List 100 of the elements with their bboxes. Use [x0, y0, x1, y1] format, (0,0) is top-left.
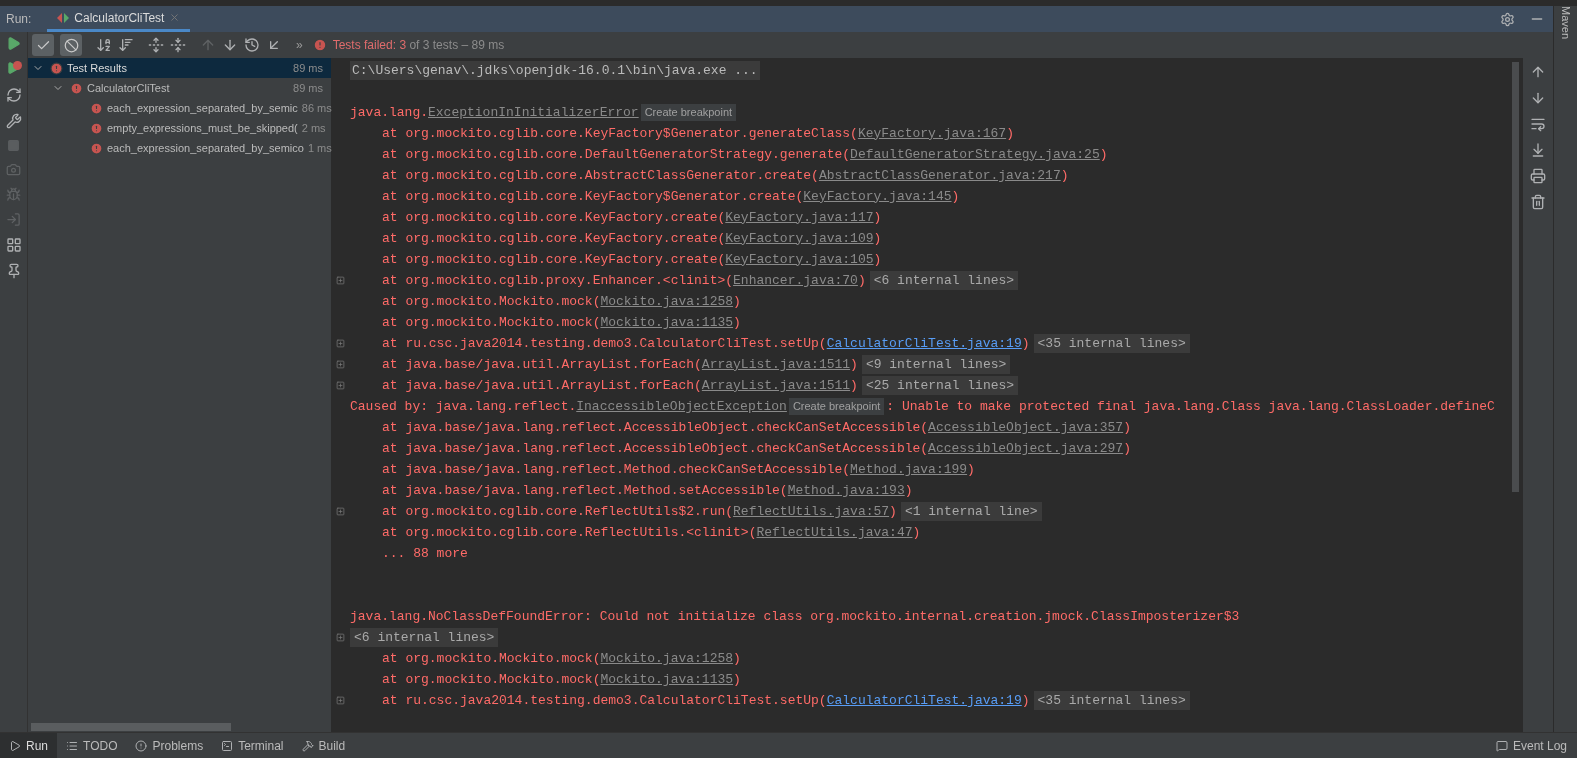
source-link[interactable]: Method.java:199	[850, 459, 968, 480]
folded-lines-badge[interactable]: <6 internal lines>	[350, 627, 499, 648]
expand-icon[interactable]	[336, 633, 345, 642]
folded-lines-badge[interactable]: <25 internal lines>	[861, 375, 1019, 396]
rerun-failed-icon[interactable]	[5, 61, 22, 77]
paren-text: )	[1021, 691, 1030, 710]
sort-alpha-icon[interactable]	[96, 37, 112, 53]
more-tools-button[interactable]: »	[296, 36, 303, 54]
event-log-tab[interactable]: Event Log	[1485, 736, 1577, 755]
stack-frame-text: at org.mockito.cglib.core.KeyFactory$Generator.generateClass(	[382, 124, 858, 143]
source-link[interactable]: CalculatorCliTest.java:19	[826, 690, 1022, 711]
stack-frame-text: at org.mockito.Mockito.mock(	[382, 292, 601, 311]
show-ignored-toggle[interactable]	[60, 34, 82, 56]
paren-text: )	[1021, 334, 1030, 353]
print-icon[interactable]	[1530, 168, 1546, 184]
tab-icon	[221, 739, 234, 752]
tree-item[interactable]: CalculatorCliTest 89 ms	[28, 78, 331, 98]
show-passed-toggle[interactable]	[32, 34, 54, 56]
sort-duration-icon[interactable]	[118, 37, 134, 53]
source-link[interactable]: AccessibleObject.java:297	[928, 438, 1124, 459]
paren-text: )	[967, 460, 975, 479]
source-link[interactable]: AbstractClassGenerator.java:217	[818, 165, 1061, 186]
expand-icon[interactable]	[336, 381, 345, 390]
next-icon[interactable]	[222, 37, 238, 53]
expand-icon[interactable]	[336, 276, 345, 285]
source-link[interactable]: KeyFactory.java:109	[725, 228, 874, 249]
source-link[interactable]: KeyFactory.java:167	[857, 123, 1007, 144]
paren-text: )	[733, 313, 741, 332]
test-run-tab[interactable]: CalculatorCliTest	[47, 6, 191, 32]
tree-item[interactable]: each_expression_separated_by_semico 1 ms	[28, 138, 331, 158]
create-breakpoint-badge[interactable]: Create breakpoint	[640, 104, 737, 121]
test-name: CalculatorCliTest	[87, 80, 170, 96]
stack-frame-text: at org.mockito.cglib.core.KeyFactory$Generator.create(	[382, 187, 804, 206]
source-link[interactable]: CalculatorCliTest.java:19	[826, 333, 1022, 354]
bottom-tab[interactable]: Build	[292, 733, 355, 758]
source-link[interactable]: ExceptionInInitializerError	[428, 102, 639, 123]
source-link[interactable]: DefaultGeneratorStrategy.java:25	[850, 144, 1100, 165]
maven-side-tab[interactable]: Maven	[1557, 6, 1574, 46]
soft-wrap-icon[interactable]	[1530, 116, 1546, 132]
source-link[interactable]: AccessibleObject.java:357	[928, 417, 1124, 438]
stack-frame-text: at org.mockito.Mockito.mock(	[382, 313, 601, 332]
source-link[interactable]: Mockito.java:1135	[600, 669, 734, 690]
more-frames-text: ... 88 more	[382, 544, 468, 563]
source-link[interactable]: InaccessibleObjectException	[576, 396, 787, 417]
source-link[interactable]: ReflectUtils.java:47	[756, 522, 913, 543]
folded-lines-badge[interactable]: <6 internal lines>	[869, 270, 1019, 291]
source-link[interactable]: Method.java:193	[787, 480, 905, 501]
stack-frame-text: at org.mockito.cglib.core.ReflectUtils.<clinit>(	[382, 523, 757, 542]
stack-frame-text: at java.base/java.lang.reflect.AccessibleObject.checkCanSetAccessible(	[382, 418, 929, 437]
source-link[interactable]: ArrayList.java:1511	[701, 354, 851, 375]
folded-lines-badge[interactable]: <35 internal lines>	[1033, 333, 1190, 354]
console-scrollbar[interactable]	[1512, 62, 1519, 492]
source-link[interactable]: KeyFactory.java:117	[725, 207, 874, 228]
source-link[interactable]: Enhancer.java:70	[733, 270, 858, 291]
scroll-to-end-icon[interactable]	[1530, 142, 1546, 158]
source-link[interactable]: KeyFactory.java:105	[725, 249, 874, 270]
stack-frame-text: at ru.csc.java2014.testing.demo3.CalculatorCliTest.setUp(	[382, 334, 827, 353]
test-duration: 86 ms	[301, 100, 332, 116]
tree-item[interactable]: empty_expressions_must_be_skipped( 2 ms	[28, 118, 331, 138]
expand-icon[interactable]	[336, 339, 345, 348]
collapse-all-icon[interactable]	[170, 37, 186, 53]
tree-item[interactable]: each_expression_separated_by_semic 86 ms	[28, 98, 331, 118]
source-link[interactable]: KeyFactory.java:145	[803, 186, 952, 207]
folded-lines-badge[interactable]: <1 internal line>	[900, 501, 1042, 522]
expand-icon[interactable]	[336, 696, 345, 705]
test-duration: 89 ms	[293, 80, 323, 96]
stack-frame-text: at org.mockito.cglib.core.DefaultGeneratorStrategy.generate(	[382, 145, 851, 164]
paren-text: )	[889, 502, 897, 521]
caused-by-text: Caused by: java.lang.reflect.	[350, 397, 577, 416]
create-breakpoint-badge[interactable]: Create breakpoint	[788, 398, 885, 415]
expand-icon[interactable]	[336, 360, 345, 369]
bottom-tab[interactable]: Run	[0, 733, 57, 758]
bottom-tab[interactable]: Problems	[126, 733, 213, 758]
bottom-tab[interactable]: TODO	[57, 733, 127, 758]
scrollbar-thumb[interactable]	[31, 723, 231, 731]
history-icon[interactable]	[244, 37, 260, 53]
paren-text: )	[873, 208, 882, 227]
expand-all-icon[interactable]	[148, 37, 164, 53]
bottom-tab[interactable]: Terminal	[212, 733, 293, 758]
expand-icon[interactable]	[336, 507, 345, 516]
layout-icon[interactable]	[5, 237, 22, 253]
run-icon[interactable]	[6, 36, 21, 51]
source-link[interactable]: ArrayList.java:1511	[701, 375, 851, 396]
source-link[interactable]: Mockito.java:1258	[600, 291, 734, 312]
paren-text: )	[733, 649, 741, 668]
paren-text: )	[733, 292, 741, 311]
refresh-icon[interactable]	[5, 87, 22, 103]
folded-lines-badge[interactable]: <35 internal lines>	[1033, 690, 1190, 711]
folded-lines-badge[interactable]: <9 internal lines>	[861, 354, 1011, 375]
error-text: java.lang.NoClassDefFoundError: Could not initialize class org.mockito.internal.creation.jmock.ClassImposterizer$3	[350, 607, 1240, 626]
stack-frame-text: at java.base/java.lang.reflect.AccessibleObject.checkCanSetAccessible(	[382, 439, 929, 458]
settings-icon[interactable]	[1500, 11, 1515, 27]
tree-item[interactable]: Test Results 89 ms	[28, 58, 331, 78]
source-link[interactable]: Mockito.java:1135	[600, 312, 734, 333]
stack-frame-text: at java.base/java.lang.reflect.Method.checkCanSetAccessible(	[382, 460, 851, 479]
wrench-icon[interactable]	[5, 113, 22, 129]
source-link[interactable]: ReflectUtils.java:57	[733, 501, 890, 522]
source-link[interactable]: Mockito.java:1258	[600, 648, 734, 669]
trash-icon[interactable]	[1530, 194, 1546, 210]
test-name: Test Results	[67, 60, 127, 76]
